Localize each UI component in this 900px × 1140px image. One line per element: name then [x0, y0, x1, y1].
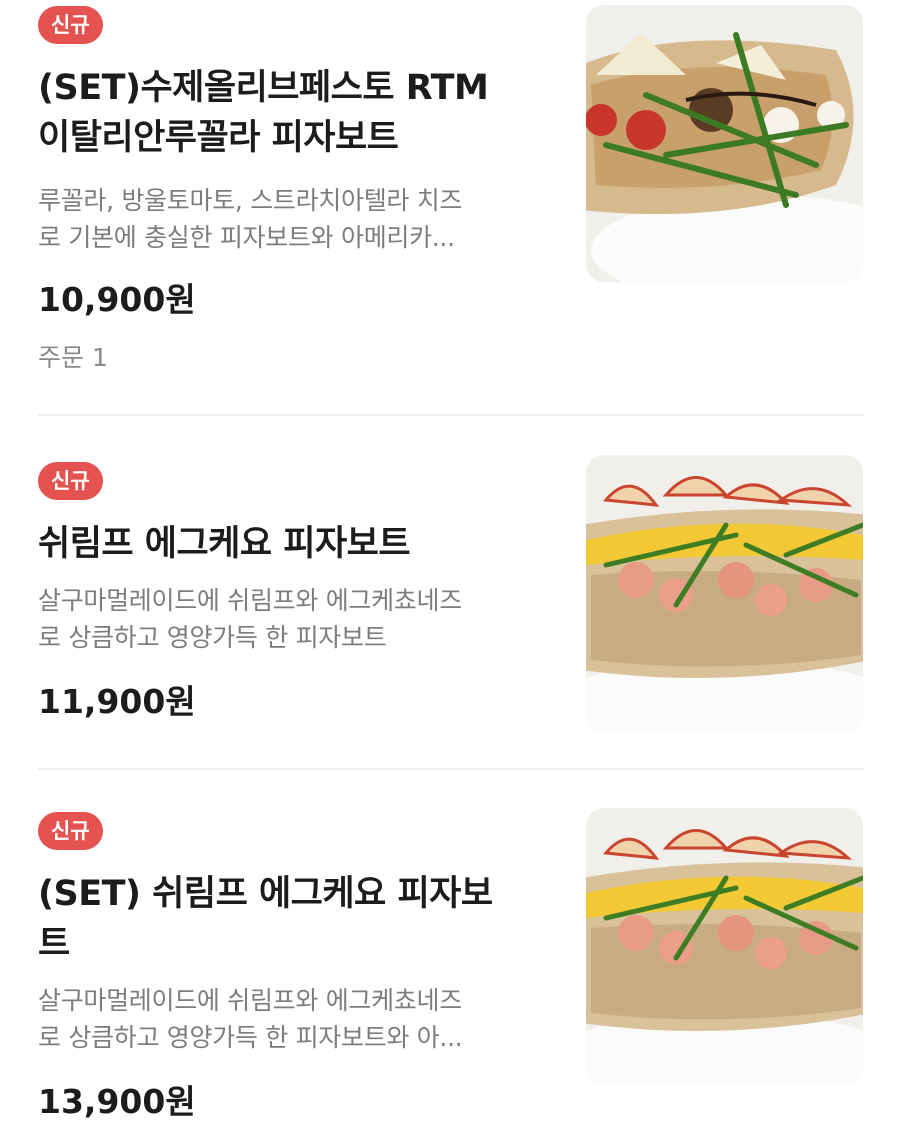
description-line-2: 로 상큼하고 영양가득 한 피자보트: [38, 623, 387, 652]
menu-item-price: 13,900원: [38, 1082, 196, 1121]
description-line-1: 살구마멀레이드에 쉬림프와 에그케쵸네즈: [38, 986, 462, 1015]
divider: [38, 768, 864, 770]
menu-item-title: (SET) 쉬림프 에그케요 피자보 트: [38, 874, 493, 964]
menu-item-description: 루꼴라, 방울토마토, 스트라치아텔라 치즈 로 기본에 충실한 피자보트와 아…: [38, 182, 543, 256]
menu-item-price: 11,900원: [38, 682, 196, 721]
new-badge: 신규: [38, 812, 103, 850]
menu-item-price: 10,900원: [38, 280, 196, 319]
new-badge: 신규: [38, 6, 103, 44]
menu-item-2[interactable]: 신규 쉬림프 에그케요 피자보트 살구마멀레이드에 쉬림프와 에그케쵸네즈 로 …: [38, 430, 864, 760]
description-line-1: 루꼴라, 방울토마토, 스트라치아텔라 치즈: [38, 186, 463, 215]
menu-item-title: 쉬림프 에그케요 피자보트: [38, 524, 411, 564]
description-line-2: 로 기본에 충실한 피자보트와 아메리카...: [38, 223, 455, 252]
shrimp-pizza-boat-photo: [586, 808, 863, 1085]
menu-item-photo[interactable]: [586, 5, 863, 282]
rucola-pizza-boat-photo: [586, 5, 863, 282]
new-badge: 신규: [38, 462, 103, 500]
menu-item-photo[interactable]: [586, 808, 863, 1085]
shrimp-pizza-boat-photo: [586, 455, 863, 732]
menu-item-title: (SET)수제올리브페스토 RTM 이탈리안루꼴라 피자보트: [38, 68, 489, 158]
menu-item-photo[interactable]: [586, 455, 863, 732]
menu-item-3[interactable]: 신규 (SET) 쉬림프 에그케요 피자보 트 살구마멀레이드에 쉬림프와 에그…: [38, 780, 864, 1140]
menu-item-1[interactable]: 신규 (SET)수제올리브페스토 RTM 이탈리안루꼴라 피자보트 루꼴라, 방…: [38, 0, 864, 410]
divider: [38, 414, 864, 416]
menu-item-description: 살구마멀레이드에 쉬림프와 에그케쵸네즈 로 상큼하고 영양가득 한 피자보트와…: [38, 982, 543, 1056]
order-count: 주문 1: [38, 343, 108, 372]
description-line-1: 살구마멀레이드에 쉬림프와 에그케쵸네즈: [38, 586, 462, 615]
menu-item-description: 살구마멀레이드에 쉬림프와 에그케쵸네즈 로 상큼하고 영양가득 한 피자보트: [38, 582, 543, 656]
description-line-2: 로 상큼하고 영양가득 한 피자보트와 아...: [38, 1023, 463, 1052]
